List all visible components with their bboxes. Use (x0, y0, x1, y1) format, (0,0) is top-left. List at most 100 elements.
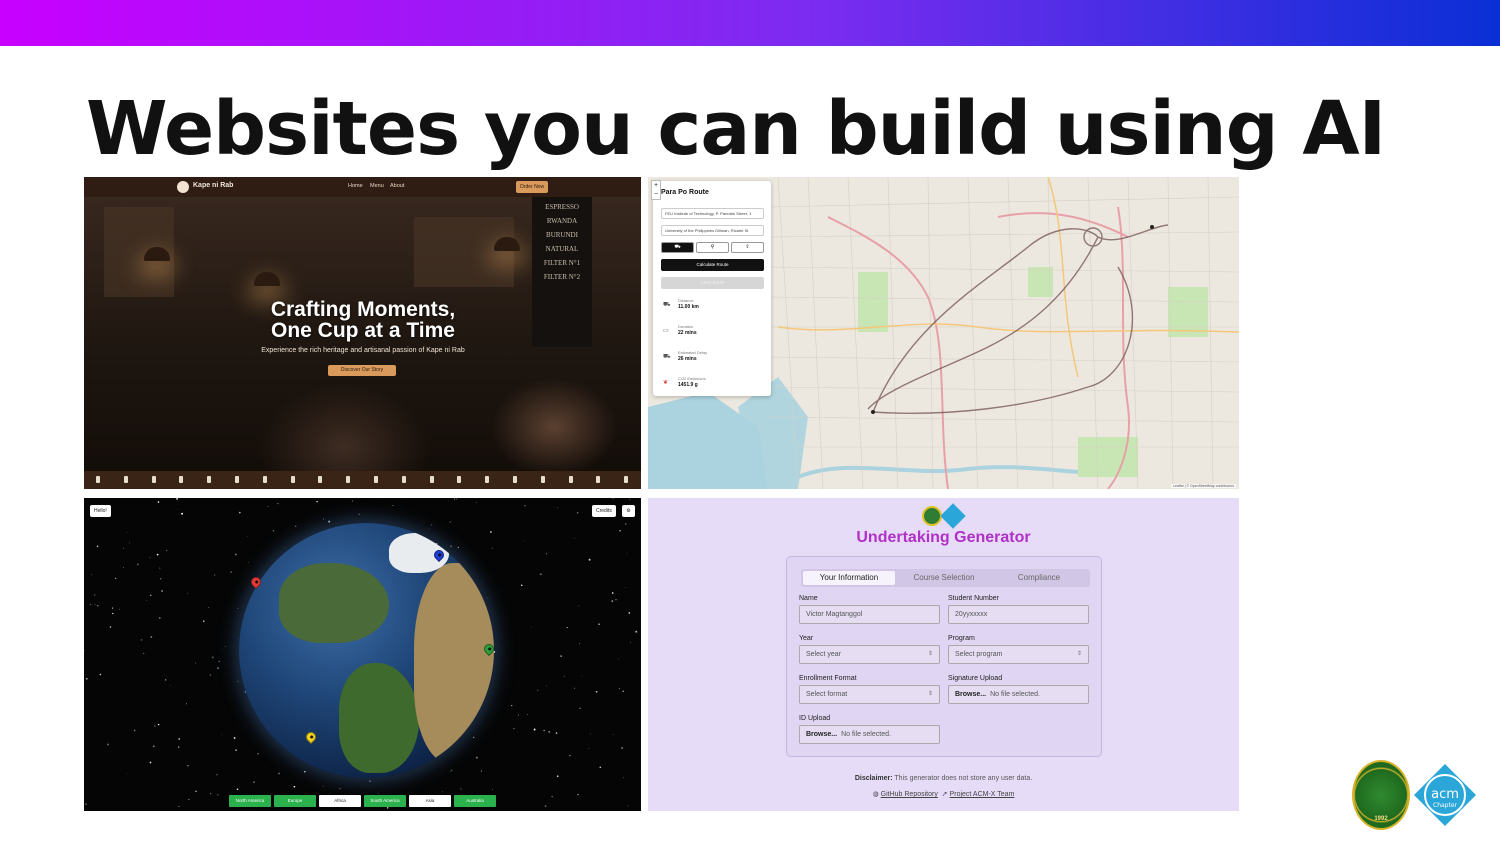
year-select-value: Select year (806, 651, 842, 658)
star (622, 690, 624, 692)
route-panel-title: Para Po Route (661, 189, 709, 196)
earth-globe[interactable] (239, 523, 494, 778)
star (157, 501, 160, 503)
map-attribution[interactable]: Leaflet | © OpenStreetMap contributors (1171, 484, 1236, 488)
nav-link-home[interactable]: Home (348, 183, 363, 189)
id-file-input[interactable]: Browse... No file selected. (799, 725, 940, 744)
calculate-route-button[interactable]: Calculate Route (661, 259, 764, 271)
star (237, 680, 239, 682)
star (492, 789, 494, 790)
star (442, 791, 443, 793)
coffee-cup-icon (177, 181, 189, 193)
continent-south-america-button[interactable]: South America (364, 795, 406, 807)
name-input[interactable]: Victor Magtanggol (799, 605, 940, 624)
board-line: FILTER N°2 (543, 273, 581, 281)
program-select[interactable]: Select program ⇕ (948, 645, 1089, 664)
star (523, 540, 525, 542)
year-select[interactable]: Select year ⇕ (799, 645, 940, 664)
stat-label: Duration (678, 324, 694, 329)
discover-story-button[interactable]: Discover Our Story (328, 365, 396, 376)
star (235, 749, 237, 751)
star (99, 673, 102, 676)
star (612, 498, 614, 500)
enrollment-select[interactable]: Select format ⇕ (799, 685, 940, 704)
nav-link-about[interactable]: About (390, 183, 404, 189)
star (595, 690, 598, 693)
mode-walk-button[interactable]: ⇧ (731, 242, 764, 253)
zoom-in-button[interactable]: + (652, 181, 660, 190)
star (569, 755, 571, 757)
gear-icon[interactable]: ⚙ (622, 505, 635, 517)
cafe-shelf (414, 217, 514, 287)
zoom-control[interactable]: + − (651, 180, 661, 200)
star (619, 530, 621, 532)
star (328, 520, 331, 523)
tab-compliance[interactable]: Compliance (993, 571, 1085, 585)
film-hole (346, 476, 351, 483)
signature-file-input[interactable]: Browse... No file selected. (948, 685, 1089, 704)
browse-button[interactable]: Browse... (955, 691, 986, 698)
continent-asia-button[interactable]: Asia (409, 795, 451, 807)
destination-input[interactable]: University of the Philippines Diliman, R… (661, 225, 764, 236)
board-line: RWANDA (546, 217, 578, 225)
cafe-hero-headline: Crafting Moments, One Cup at a Time (224, 299, 502, 341)
browse-button[interactable]: Browse... (806, 731, 837, 738)
file-status: No file selected. (990, 691, 1040, 698)
star (207, 607, 209, 609)
github-link[interactable]: GitHub Repository (881, 791, 938, 798)
continent-africa-button[interactable]: Africa (319, 795, 361, 807)
star (195, 790, 197, 793)
star (178, 805, 180, 808)
continent-europe-button[interactable]: Europe (274, 795, 316, 807)
star (146, 600, 148, 602)
clear-route-button[interactable]: Clear Route (661, 277, 764, 289)
star (622, 777, 624, 779)
star (218, 660, 220, 663)
star (166, 549, 168, 551)
landmass (279, 563, 389, 643)
star (159, 578, 162, 580)
mode-car-button[interactable]: ⛟ (661, 242, 694, 253)
hello-button[interactable]: Hello! (90, 505, 111, 517)
film-hole (207, 476, 212, 483)
continent-north-america-button[interactable]: North America (229, 795, 271, 807)
name-label: Name (799, 595, 818, 602)
star (449, 521, 451, 523)
star (126, 773, 128, 775)
tab-course-selection[interactable]: Course Selection (898, 571, 990, 585)
board-line: NATURAL (545, 245, 579, 253)
star (546, 685, 548, 687)
student-number-input[interactable]: 20yyxxxxx (948, 605, 1089, 624)
menu-chalkboard: ESPRESSO RWANDA BURUNDI NATURAL FILTER N… (532, 197, 592, 347)
team-link[interactable]: Project ACM-X Team (950, 791, 1015, 798)
star (177, 509, 179, 511)
credits-button[interactable]: Credits (592, 505, 616, 517)
file-status: No file selected. (841, 731, 891, 738)
film-hole (96, 476, 100, 483)
cafe-brand[interactable]: Kape ni Rab (193, 182, 233, 189)
film-hole (624, 476, 629, 483)
origin-input[interactable]: FEU Institute of Technology, P. Paredes … (661, 208, 764, 219)
mode-bike-button[interactable]: ⚲ (696, 242, 729, 253)
star (598, 623, 600, 626)
star (97, 604, 99, 607)
star (93, 594, 96, 596)
film-hole (457, 476, 462, 483)
order-now-button[interactable]: Order Now (516, 181, 548, 193)
enrollment-label: Enrollment Format (799, 675, 857, 682)
star (85, 803, 87, 805)
star (203, 620, 205, 622)
continent-australia-button[interactable]: Australia (454, 795, 496, 807)
star (352, 500, 354, 502)
nav-link-menu[interactable]: Menu (370, 183, 384, 189)
star (339, 787, 341, 790)
disclaimer: Disclaimer: This generator does not stor… (648, 775, 1239, 782)
film-hole (596, 476, 601, 483)
university-seal-logo: 1992 (1352, 760, 1410, 830)
star (217, 794, 219, 796)
star (233, 737, 236, 739)
zoom-out-button[interactable]: − (652, 190, 660, 199)
film-hole (235, 476, 239, 483)
star (530, 626, 532, 628)
tab-your-information[interactable]: Your Information (803, 571, 895, 585)
